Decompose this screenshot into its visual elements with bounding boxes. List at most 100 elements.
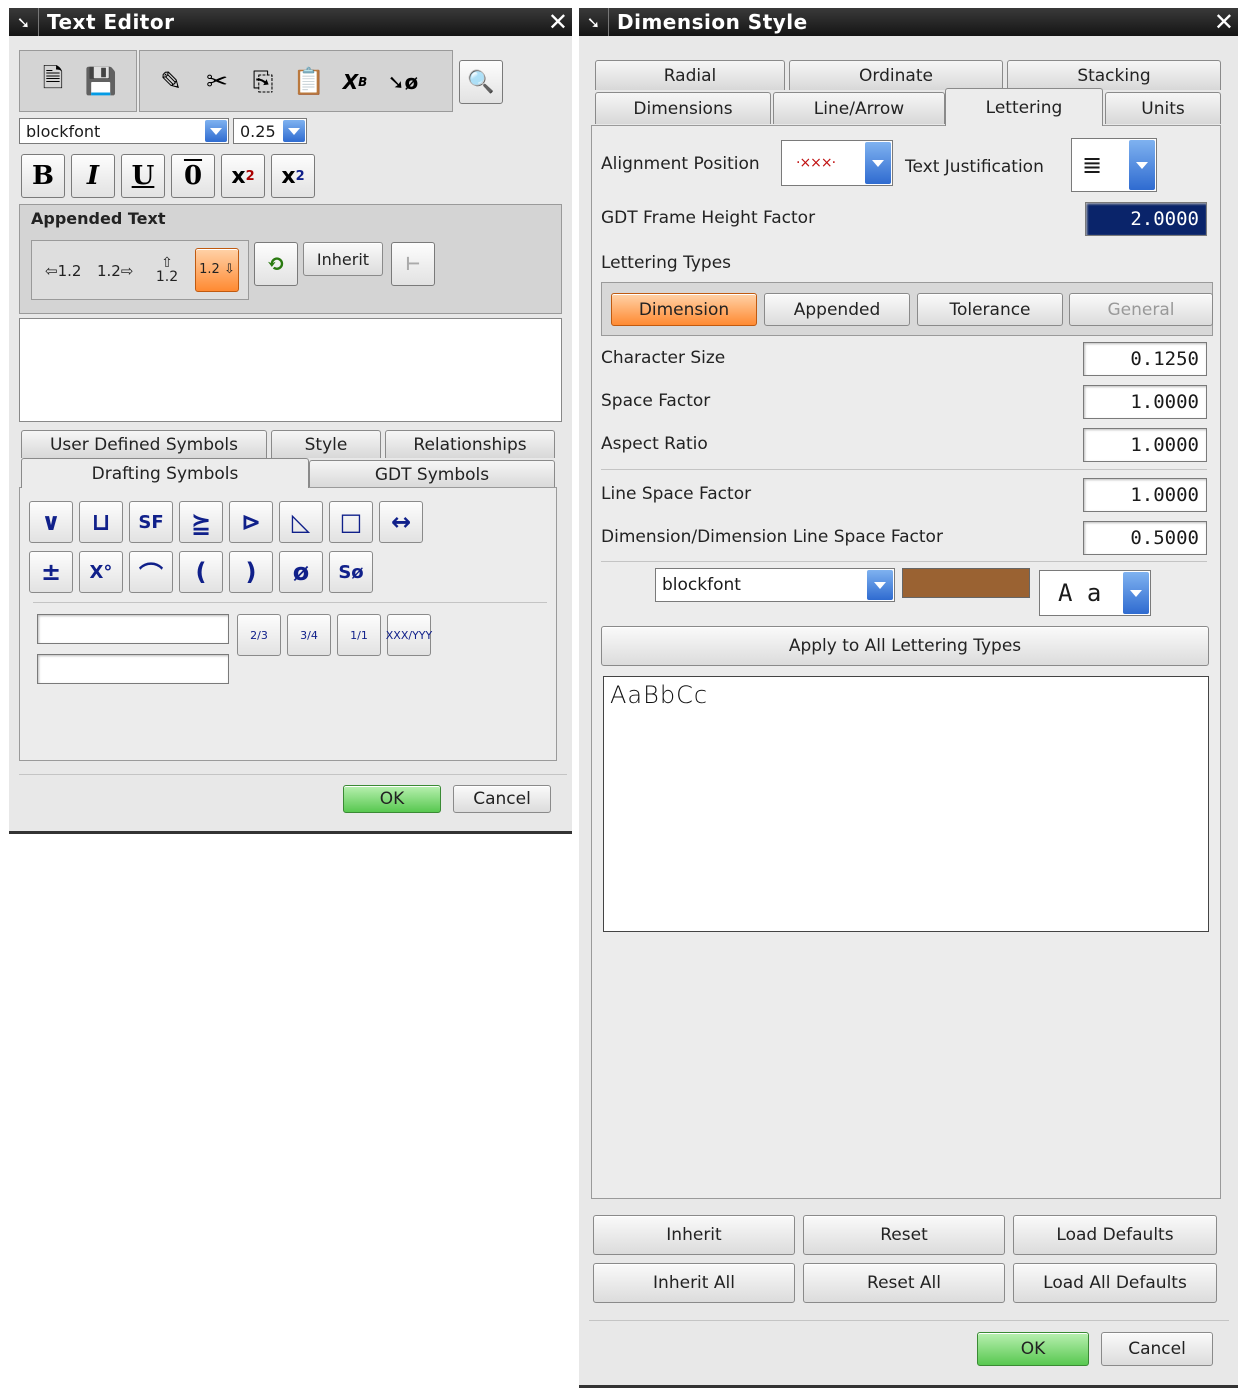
- fraction-format-button[interactable]: 1/1: [337, 614, 381, 656]
- drafting-symbol-button[interactable]: ◺: [279, 501, 323, 543]
- swap-icon[interactable]: ⟲: [254, 242, 298, 286]
- drafting-symbol-button[interactable]: ø: [279, 551, 323, 593]
- chevron-down-icon[interactable]: [1123, 572, 1149, 614]
- inherit-all-button[interactable]: Inherit All: [593, 1263, 795, 1303]
- save-icon[interactable]: 💾: [79, 60, 123, 104]
- fraction-top-field[interactable]: [37, 614, 229, 644]
- tab-stacking[interactable]: Stacking: [1007, 60, 1221, 90]
- drafting-symbol-button[interactable]: ⪴: [179, 501, 223, 543]
- tab-user-defined-symbols[interactable]: User Defined Symbols: [21, 430, 267, 458]
- superscript-button[interactable]: x2: [221, 154, 265, 198]
- tab-gdt-symbols[interactable]: GDT Symbols: [309, 460, 555, 488]
- tab-style[interactable]: Style: [271, 430, 381, 458]
- space-factor-field[interactable]: 1.0000: [1083, 385, 1207, 419]
- subscript-button[interactable]: x2: [271, 154, 315, 198]
- append-below-icon[interactable]: 1.2 ⇩: [195, 248, 239, 292]
- alignment-position-select[interactable]: ·×××·: [781, 140, 893, 186]
- lettering-type-dimension[interactable]: Dimension: [611, 293, 757, 326]
- tab-drafting-symbols[interactable]: Drafting Symbols: [21, 458, 309, 488]
- overline-button[interactable]: 0: [171, 154, 215, 198]
- fraction-format-button[interactable]: 2/3: [237, 614, 281, 656]
- drafting-symbol-button[interactable]: ±: [29, 551, 73, 593]
- tab-radial[interactable]: Radial: [595, 60, 785, 90]
- pin-icon[interactable]: ➘: [579, 8, 609, 36]
- size-select[interactable]: 0.25: [233, 118, 307, 144]
- size-value: 0.25: [240, 121, 276, 141]
- reset-button[interactable]: Reset: [803, 1215, 1005, 1255]
- drafting-symbol-button[interactable]: ⊔: [79, 501, 123, 543]
- chevron-down-icon[interactable]: [1129, 140, 1155, 190]
- dimension-style-titlebar[interactable]: ➘ Dimension Style ✕: [579, 8, 1238, 36]
- text-input-area[interactable]: [19, 318, 562, 422]
- ok-button[interactable]: OK: [343, 785, 441, 813]
- drafting-symbol-button[interactable]: ↔: [379, 501, 423, 543]
- pin-icon[interactable]: ➘: [9, 8, 39, 36]
- append-after-icon[interactable]: 1.2⇨: [97, 262, 133, 280]
- chevron-down-icon[interactable]: [205, 120, 227, 142]
- color-swatch[interactable]: [902, 568, 1030, 598]
- chevron-down-icon[interactable]: [865, 142, 891, 184]
- load-defaults-button[interactable]: Load Defaults: [1013, 1215, 1217, 1255]
- font-select[interactable]: blockfont: [19, 118, 229, 144]
- tab-relationships[interactable]: Relationships: [385, 430, 555, 458]
- character-size-field[interactable]: 0.1250: [1083, 342, 1207, 376]
- tab-ordinate[interactable]: Ordinate: [789, 60, 1003, 90]
- tab-dimensions[interactable]: Dimensions: [595, 92, 771, 124]
- clear-format-icon[interactable]: XB: [333, 60, 377, 104]
- chevron-down-icon[interactable]: [867, 570, 893, 600]
- drafting-symbol-button[interactable]: X°: [79, 551, 123, 593]
- drafting-symbol-button[interactable]: ⊳: [229, 501, 273, 543]
- tab-lettering[interactable]: Lettering: [945, 88, 1103, 126]
- underline-button[interactable]: U: [121, 154, 165, 198]
- tab-units[interactable]: Units: [1105, 92, 1221, 124]
- inherit-button[interactable]: Inherit: [303, 242, 383, 276]
- text-editor-titlebar[interactable]: ➘ Text Editor ✕: [9, 8, 572, 36]
- append-before-icon[interactable]: ⇦1.2: [45, 262, 81, 280]
- paste-icon[interactable]: 📋: [287, 60, 331, 104]
- bold-button[interactable]: B: [21, 154, 65, 198]
- drafting-symbol-button[interactable]: □: [329, 501, 373, 543]
- aspect-ratio-field[interactable]: 1.0000: [1083, 428, 1207, 462]
- reset-all-button[interactable]: Reset All: [803, 1263, 1005, 1303]
- italic-button[interactable]: I: [71, 154, 115, 198]
- fraction-format-button[interactable]: XXX/YYY: [386, 614, 432, 656]
- line-space-factor-field[interactable]: 1.0000: [1083, 478, 1207, 512]
- cancel-button[interactable]: Cancel: [453, 785, 551, 813]
- space-factor-label: Space Factor: [601, 391, 711, 411]
- close-icon[interactable]: ✕: [1214, 8, 1234, 36]
- fraction-format-button[interactable]: 3/4: [287, 614, 331, 656]
- drafting-symbol-button[interactable]: ∨: [29, 501, 73, 543]
- drafting-symbol-button[interactable]: SF: [129, 501, 173, 543]
- edit-icon[interactable]: ✎: [149, 60, 193, 104]
- cancel-button[interactable]: Cancel: [1101, 1332, 1213, 1366]
- insert-symbol-icon[interactable]: ➘ø: [381, 60, 425, 104]
- divider: [589, 1320, 1229, 1321]
- gdt-frame-field[interactable]: 2.0000: [1085, 202, 1207, 236]
- tab-line-arrow[interactable]: Line/Arrow: [773, 92, 945, 124]
- ok-button[interactable]: OK: [977, 1332, 1089, 1366]
- font-select[interactable]: blockfont: [655, 568, 895, 602]
- fraction-bottom-field[interactable]: [37, 654, 229, 684]
- inherit-button[interactable]: Inherit: [593, 1215, 795, 1255]
- drafting-symbol-button[interactable]: ): [229, 551, 273, 593]
- dim-line-space-field[interactable]: 0.5000: [1083, 521, 1207, 555]
- text-editor-window: ➘ Text Editor ✕ 🗎 💾 ✎ ✂ ⎘ 📋 XB ➘ø 🔍 bloc…: [9, 8, 572, 834]
- drafting-symbol-button[interactable]: Sø: [329, 551, 373, 593]
- chevron-down-icon[interactable]: [283, 120, 305, 142]
- append-above-icon[interactable]: ⇧ 1.2: [155, 256, 179, 284]
- text-style-select[interactable]: A a: [1039, 570, 1151, 616]
- drafting-symbol-button[interactable]: ⌒: [129, 551, 173, 593]
- lettering-type-tolerance[interactable]: Tolerance: [917, 293, 1063, 326]
- preview-icon[interactable]: 🔍: [459, 60, 503, 104]
- font-value: blockfont: [26, 121, 101, 141]
- text-justification-select[interactable]: ≣: [1071, 138, 1157, 192]
- close-icon[interactable]: ✕: [548, 8, 568, 36]
- import-icon[interactable]: 🗎: [31, 60, 75, 104]
- lettering-type-appended[interactable]: Appended: [764, 293, 910, 326]
- load-all-defaults-button[interactable]: Load All Defaults: [1013, 1263, 1217, 1303]
- copy-icon[interactable]: ⎘: [241, 60, 285, 104]
- drafting-symbol-button[interactable]: (: [179, 551, 223, 593]
- cut-icon[interactable]: ✂: [195, 60, 239, 104]
- apply-all-button[interactable]: Apply to All Lettering Types: [601, 626, 1209, 666]
- preview-box: AaBbCc: [603, 676, 1209, 932]
